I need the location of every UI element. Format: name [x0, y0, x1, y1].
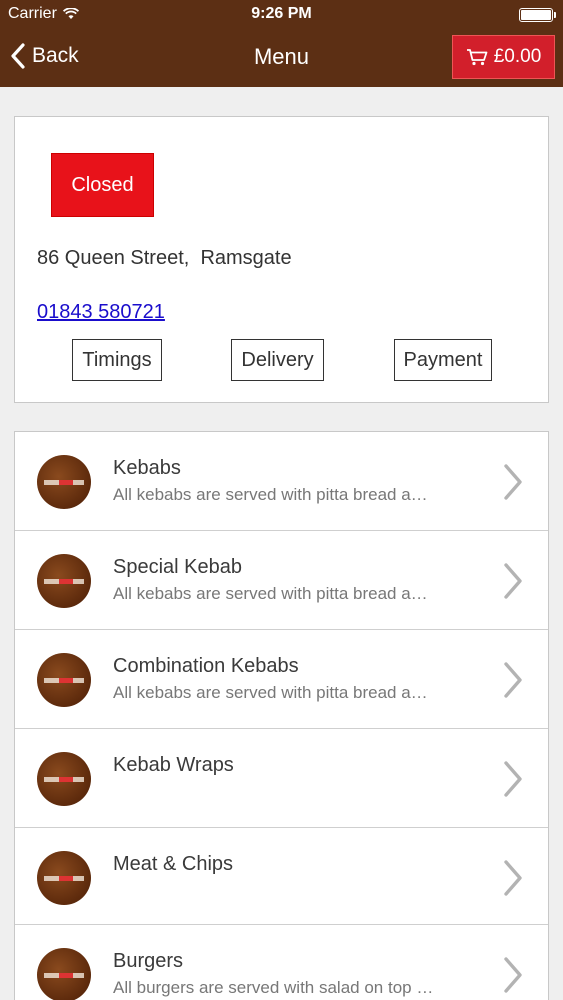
- menu-item-title: Burgers: [113, 950, 184, 972]
- category-thumbnail: [37, 948, 91, 1000]
- menu-item-meat-chips[interactable]: Meat & Chips: [15, 828, 548, 925]
- chevron-right-icon: [504, 662, 522, 698]
- cart-icon: [466, 49, 488, 66]
- category-thumbnail: [37, 851, 91, 905]
- menu-item-description: All kebabs are served with pitta bread a…: [113, 485, 428, 504]
- payment-button[interactable]: Payment: [394, 339, 492, 381]
- chevron-right-icon: [504, 464, 522, 500]
- chevron-right-icon: [504, 957, 522, 993]
- category-thumbnail: [37, 554, 91, 608]
- delivery-button[interactable]: Delivery: [231, 339, 324, 381]
- chevron-right-icon: [504, 860, 522, 896]
- category-thumbnail: [37, 455, 91, 509]
- menu-item-kebabs[interactable]: Kebabs All kebabs are served with pitta …: [15, 432, 548, 531]
- menu-item-title: Combination Kebabs: [113, 655, 299, 677]
- category-thumbnail: [37, 752, 91, 806]
- menu-item-kebab-wraps[interactable]: Kebab Wraps: [15, 729, 548, 828]
- phone-link[interactable]: 01843 580721: [37, 301, 165, 324]
- menu-item-burgers[interactable]: Burgers All burgers are served with sala…: [15, 925, 548, 1000]
- shop-info-card: Closed 86 Queen Street, Ramsgate 01843 5…: [14, 116, 549, 403]
- chevron-right-icon: [504, 563, 522, 599]
- status-bar: Carrier 9:26 PM: [0, 0, 563, 30]
- menu-item-title: Kebab Wraps: [113, 754, 234, 776]
- menu-item-description: All burgers are served with salad on top…: [113, 978, 434, 997]
- shop-address: 86 Queen Street, Ramsgate: [37, 247, 292, 269]
- navigation-bar: Carrier 9:26 PM Back Menu £0.00: [0, 0, 563, 87]
- chevron-right-icon: [504, 761, 522, 797]
- cart-button[interactable]: £0.00: [452, 35, 555, 79]
- menu-item-description: All kebabs are served with pitta bread a…: [113, 584, 428, 603]
- battery-icon: [519, 8, 556, 22]
- menu-item-special-kebab[interactable]: Special Kebab All kebabs are served with…: [15, 531, 548, 630]
- menu-item-combination-kebabs[interactable]: Combination Kebabs All kebabs are served…: [15, 630, 548, 729]
- menu-item-title: Special Kebab: [113, 556, 242, 578]
- menu-item-description: All kebabs are served with pitta bread a…: [113, 683, 428, 702]
- clock: 9:26 PM: [251, 5, 312, 22]
- category-thumbnail: [37, 653, 91, 707]
- menu-item-title: Kebabs: [113, 457, 181, 479]
- cart-total: £0.00: [493, 46, 542, 67]
- shop-status-badge: Closed: [51, 153, 154, 217]
- timings-button[interactable]: Timings: [72, 339, 162, 381]
- menu-category-list: Kebabs All kebabs are served with pitta …: [14, 431, 549, 1000]
- menu-item-title: Meat & Chips: [113, 853, 234, 875]
